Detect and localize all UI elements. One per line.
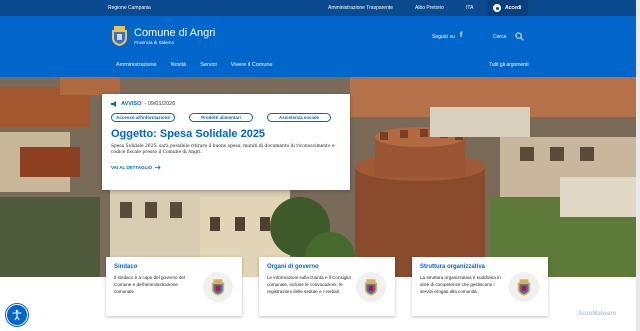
megaphone-icon bbox=[111, 101, 116, 107]
coat-of-arms-icon[interactable] bbox=[111, 26, 128, 46]
card-struttura-organizzativa[interactable]: Struttura organizzativa La struttura org… bbox=[412, 257, 548, 316]
login-button[interactable]: Accedi bbox=[487, 0, 528, 16]
alert-tag: AVVISO bbox=[121, 101, 142, 107]
albo-pretorio-link[interactable]: Albo Pretorio bbox=[415, 5, 444, 11]
watermark-logo: ScanMalware bbox=[578, 311, 617, 317]
main-nav: Amministrazione Novità Servizi Vivere il… bbox=[116, 62, 273, 68]
card-sindaco[interactable]: Sindaco Il sindaco è a capo del governo … bbox=[106, 257, 242, 316]
coat-of-arms-icon bbox=[203, 272, 233, 302]
detail-link-label: VAI AL DETTAGLIO bbox=[111, 165, 153, 170]
card-organi-di-governo[interactable]: Organi di governo Le informazioni sulla … bbox=[259, 257, 395, 316]
search-label[interactable]: Cerca bbox=[493, 34, 506, 40]
amministrazione-trasparente-link[interactable]: Amministrazione Trasparente bbox=[328, 5, 393, 11]
chip-assistenza-sociale[interactable]: Assistenza sociale bbox=[267, 113, 331, 122]
login-label: Accedi bbox=[505, 5, 522, 11]
arrow-right-icon bbox=[155, 165, 161, 170]
nav-item-vivere-il-comune[interactable]: Vivere il Comune bbox=[231, 62, 273, 68]
accessibility-button[interactable] bbox=[6, 304, 28, 326]
region-link[interactable]: Regione Campania bbox=[108, 5, 151, 11]
user-icon bbox=[493, 4, 501, 12]
chip-prodotti-alimentari[interactable]: Prodotti alimentari bbox=[189, 113, 253, 122]
top-bar: Regione Campania Amministrazione Traspar… bbox=[0, 0, 640, 16]
nav-item-amministrazione[interactable]: Amministrazione bbox=[116, 62, 157, 68]
follow-label: Seguici su bbox=[432, 34, 456, 40]
alert-topics: Accesso all'informazione Prodotti alimen… bbox=[111, 113, 341, 122]
card-text: Le informazioni sulla Giunta e il Consig… bbox=[267, 275, 352, 294]
nav-item-servizi[interactable]: Servizi bbox=[200, 62, 217, 68]
scrollbar[interactable] bbox=[636, 0, 640, 331]
card-title: Sindaco bbox=[114, 264, 138, 270]
language-selector[interactable]: ITA bbox=[466, 5, 473, 11]
facebook-icon[interactable]: f bbox=[460, 32, 462, 39]
card-text: Il sindaco è a capo del governo del Comu… bbox=[114, 275, 185, 294]
search-icon[interactable] bbox=[515, 32, 524, 41]
accessibility-icon bbox=[12, 309, 22, 321]
alert-text: Spesa Solidale 2025: sarà possibile riti… bbox=[111, 144, 335, 155]
site-title[interactable]: Comune di Angri bbox=[134, 27, 215, 39]
top-links: Amministrazione Trasparente Albo Pretori… bbox=[328, 5, 444, 11]
all-topics-link[interactable]: Tutti gli argomenti bbox=[489, 62, 529, 68]
coat-of-arms-icon bbox=[356, 272, 386, 302]
alert-date: - 09/01/2026 bbox=[144, 101, 176, 107]
detail-link[interactable]: VAI AL DETTAGLIO bbox=[111, 165, 341, 170]
card-title: Organi di governo bbox=[267, 264, 319, 270]
nav-item-novita[interactable]: Novità bbox=[171, 62, 187, 68]
coat-of-arms-icon bbox=[509, 272, 539, 302]
card-text: La struttura organizzativa è suddivisa i… bbox=[420, 275, 501, 294]
alert-card: AVVISO - 09/01/2026 Accesso all'informaz… bbox=[102, 94, 350, 190]
card-title: Struttura organizzativa bbox=[420, 264, 486, 270]
institution-cards: Sindaco Il sindaco è a capo del governo … bbox=[106, 257, 548, 316]
site-subtitle: Provincia di Salerno bbox=[134, 40, 175, 45]
chip-accesso-informazione[interactable]: Accesso all'informazione bbox=[111, 113, 175, 122]
alert-title[interactable]: Oggetto: Spesa Solidale 2025 bbox=[111, 128, 341, 140]
alert-header: AVVISO - 09/01/2026 bbox=[111, 101, 341, 107]
site-header: Comune di Angri Provincia di Salerno Seg… bbox=[0, 16, 640, 77]
